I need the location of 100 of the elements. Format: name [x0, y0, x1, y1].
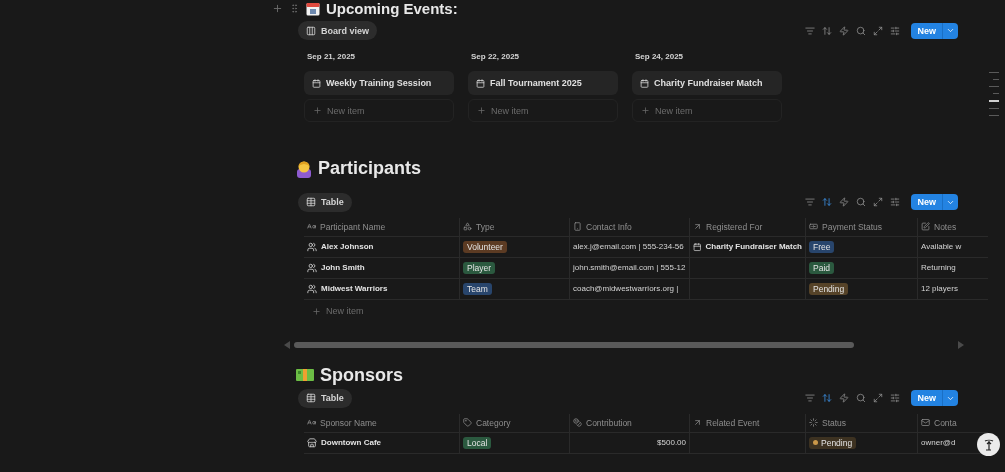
column-header[interactable]: Payment Status — [806, 217, 918, 236]
relation-icon — [693, 418, 702, 428]
new-item-button[interactable]: New item — [304, 99, 454, 123]
phone-icon — [573, 222, 582, 232]
group-header: Sep 22, 2025 — [471, 52, 521, 62]
group-header: Sep 24, 2025 — [635, 52, 685, 62]
tag: Team — [463, 282, 492, 295]
expand-button[interactable] — [873, 393, 884, 404]
sort-button[interactable] — [822, 197, 833, 208]
person-icon — [296, 159, 312, 178]
search-button[interactable] — [856, 393, 867, 404]
view-tab[interactable]: Table — [298, 192, 352, 212]
notes-icon — [921, 222, 930, 232]
column-header[interactable]: Contact Info — [570, 217, 690, 236]
select-icon — [463, 222, 472, 232]
calendar-icon — [476, 78, 485, 88]
board-icon — [306, 25, 316, 36]
row-title[interactable]: Downtown Cafe — [321, 438, 381, 448]
drag-handle-icon[interactable] — [289, 3, 300, 15]
sort-button[interactable] — [822, 25, 833, 36]
people-icon — [307, 241, 317, 252]
banknote-icon — [296, 368, 314, 383]
column-header[interactable]: Notes — [918, 217, 968, 236]
plus-icon — [641, 106, 650, 116]
people-icon — [307, 262, 317, 273]
tag: Player — [463, 261, 496, 274]
tags-icon — [463, 418, 472, 428]
column-header[interactable]: Registered For — [690, 217, 806, 236]
expand-button[interactable] — [873, 25, 884, 36]
event-card[interactable]: Weekly Training Session — [304, 71, 454, 96]
calendar-icon — [640, 78, 649, 88]
people-icon — [307, 283, 317, 294]
table-cell: 12 players — [921, 284, 958, 294]
tag: Pending — [809, 282, 849, 295]
new-item-button[interactable]: New item — [304, 299, 988, 323]
assistant-button[interactable] — [977, 433, 1000, 456]
table-cell: Available w — [921, 242, 962, 252]
calendar-icon — [693, 241, 702, 252]
calendar-icon — [306, 1, 320, 16]
settings-button[interactable] — [890, 393, 901, 404]
event-card[interactable]: Fall Tournament 2025 — [468, 71, 618, 96]
column-header[interactable]: Sponsor Name — [304, 413, 460, 432]
column-header[interactable]: Related Event — [690, 413, 806, 432]
tag: Paid — [809, 261, 834, 274]
column-header[interactable]: Category — [460, 413, 570, 432]
filter-button[interactable] — [805, 393, 816, 404]
section-heading: Upcoming Events: — [326, 0, 458, 18]
event-card[interactable]: Charity Fundraiser Match — [632, 71, 782, 96]
new-item-button[interactable]: New item — [632, 99, 782, 123]
table-cell: $500.00 — [657, 438, 686, 448]
row-title[interactable]: Alex Johnson — [321, 242, 374, 252]
search-button[interactable] — [856, 25, 867, 36]
search-button[interactable] — [856, 197, 867, 208]
scroll-right-icon[interactable] — [958, 340, 964, 349]
column-header[interactable]: Type — [460, 217, 570, 236]
text-icon — [307, 222, 316, 232]
text-icon — [307, 418, 316, 428]
view-tab[interactable]: Board view — [298, 21, 377, 41]
automation-button[interactable] — [839, 393, 850, 404]
column-header[interactable]: Contribution — [570, 413, 690, 432]
scrollbar-thumb[interactable] — [294, 341, 854, 348]
settings-button[interactable] — [890, 25, 901, 36]
section-heading: Sponsors — [320, 364, 403, 386]
plus-icon — [477, 106, 486, 116]
column-header[interactable]: Participant Name — [304, 217, 460, 236]
automation-button[interactable] — [839, 197, 850, 208]
expand-button[interactable] — [873, 197, 884, 208]
tag: Volunteer — [463, 240, 507, 253]
table-cell: owner@d — [921, 438, 956, 448]
plus-icon — [312, 306, 321, 316]
row-title[interactable]: John Smith — [321, 263, 365, 273]
table-cell: alex.j@email.com | 555-234-56 — [573, 242, 684, 252]
number-icon — [573, 418, 582, 428]
add-block-icon[interactable] — [272, 3, 283, 15]
status-icon — [809, 418, 818, 428]
email-icon — [921, 418, 930, 428]
status-tag: Pending — [809, 436, 857, 449]
column-header[interactable]: Conta — [918, 413, 968, 432]
tag: Local — [463, 436, 492, 449]
row-title[interactable]: Midwest Warriors — [321, 284, 388, 294]
page-outline[interactable] — [989, 72, 999, 116]
section-heading: Participants — [318, 158, 422, 179]
sort-button[interactable] — [822, 393, 833, 404]
relation-link[interactable]: Charity Fundraiser Match — [705, 242, 802, 252]
settings-button[interactable] — [890, 197, 901, 208]
tag: Free — [809, 240, 835, 253]
new-item-button[interactable]: New item — [468, 99, 618, 123]
filter-button[interactable] — [805, 25, 816, 36]
automation-button[interactable] — [839, 25, 850, 36]
group-header: Sep 21, 2025 — [307, 52, 357, 62]
table-cell: john.smith@email.com | 555-12 — [573, 263, 686, 273]
view-tab[interactable]: Table — [298, 388, 352, 408]
filter-button[interactable] — [805, 197, 816, 208]
table-cell: coach@midwestwarriors.org | — [573, 284, 679, 294]
table-icon — [306, 197, 316, 208]
relation-icon — [693, 222, 702, 232]
table-cell: Returning — [921, 263, 956, 273]
payment-icon — [809, 222, 818, 232]
plus-icon — [313, 106, 322, 116]
column-header[interactable]: Status — [806, 413, 918, 432]
